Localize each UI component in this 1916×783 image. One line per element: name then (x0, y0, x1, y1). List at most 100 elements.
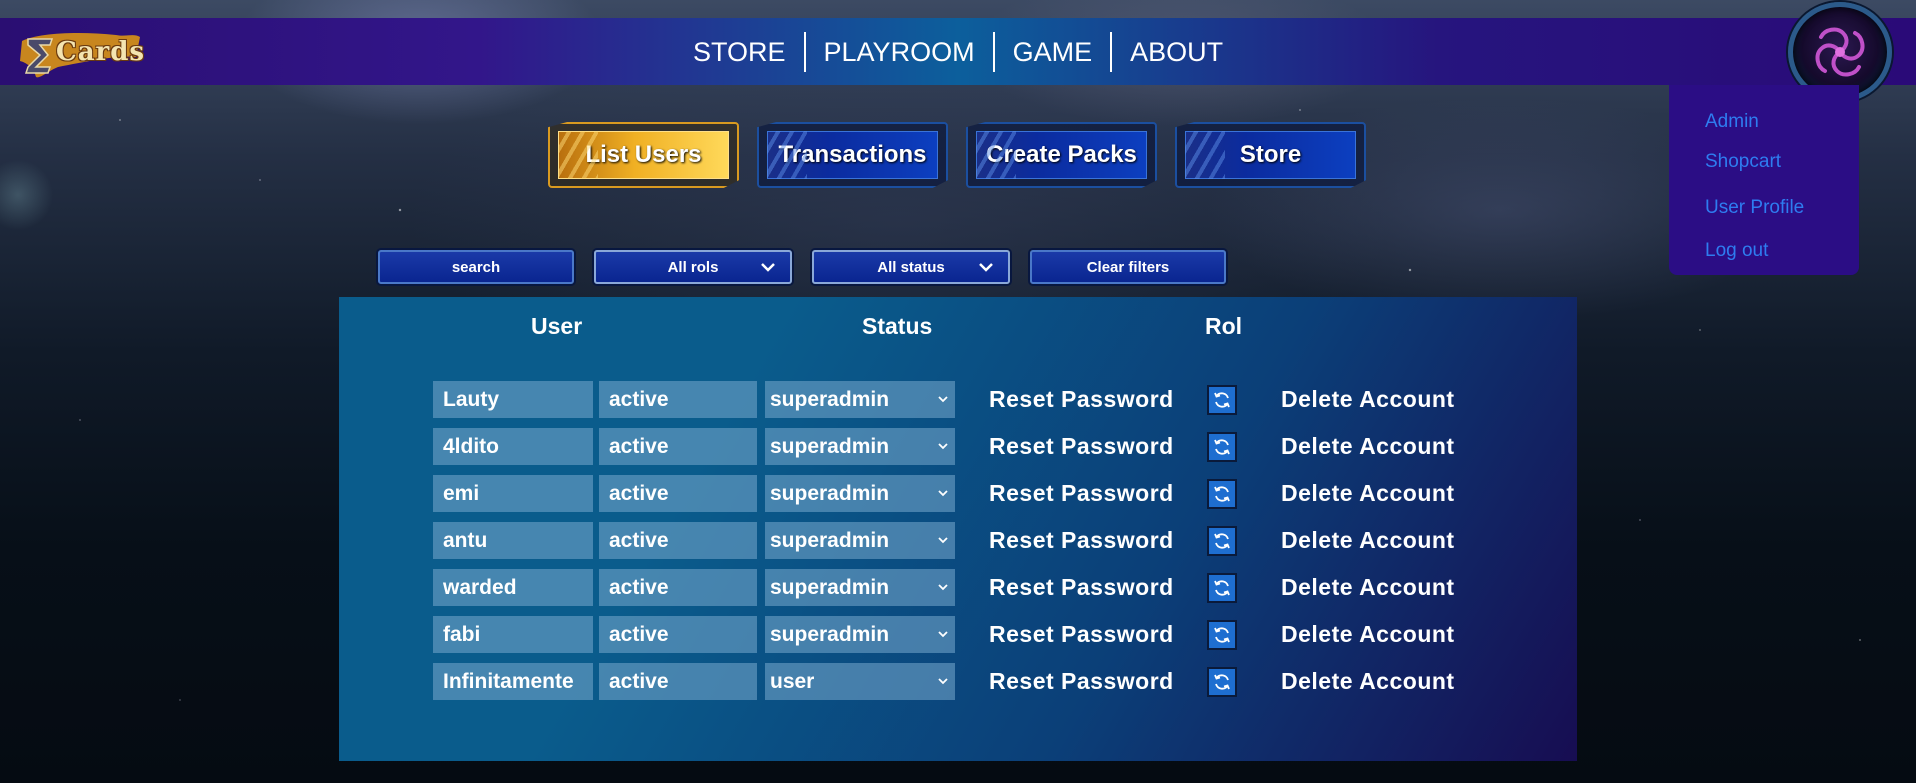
column-header-status: Status (862, 313, 933, 339)
refresh-icon (1214, 533, 1230, 549)
user-status-cell: active (599, 428, 757, 465)
tab-create-packs[interactable]: Create Packs (966, 122, 1157, 188)
user-name-cell: Lauty (433, 381, 593, 418)
refresh-icon (1214, 439, 1230, 455)
tab-decoration (976, 131, 1016, 179)
user-rol-select[interactable]: user (765, 663, 955, 700)
reset-password-icon-button[interactable] (1207, 620, 1237, 650)
delete-account-button[interactable]: Delete Account (1281, 616, 1455, 653)
zerg-emblem-icon (1815, 27, 1865, 77)
user-status-cell: active (599, 475, 757, 512)
user-status-cell: active (599, 522, 757, 559)
user-rol-select[interactable]: superadmin (765, 381, 955, 418)
chevron-down-icon (761, 263, 775, 272)
chevron-down-icon (938, 678, 948, 685)
nav-store[interactable]: STORE (675, 31, 804, 73)
menu-item-log-out[interactable]: Log out (1705, 240, 1768, 262)
refresh-icon (1214, 486, 1230, 502)
user-rol-value: superadmin (770, 482, 890, 505)
search-button[interactable]: search (378, 250, 574, 284)
user-name-cell: fabi (433, 616, 593, 653)
chevron-down-icon (938, 584, 948, 591)
brand-name: Cards (56, 37, 146, 67)
user-status-cell: active (599, 381, 757, 418)
reset-password-button[interactable]: Reset Password (989, 522, 1174, 559)
clear-filters-button[interactable]: Clear filters (1030, 250, 1226, 284)
delete-account-button[interactable]: Delete Account (1281, 663, 1455, 700)
user-rol-select[interactable]: superadmin (765, 475, 955, 512)
user-rol-value: superadmin (770, 623, 890, 646)
refresh-icon (1214, 580, 1230, 596)
column-header-user: User (531, 313, 583, 339)
reset-password-icon-button[interactable] (1207, 667, 1237, 697)
user-name-cell: warded (433, 569, 593, 606)
user-name-cell: 4ldito (433, 428, 593, 465)
brand-logo[interactable]: Cards (18, 27, 148, 79)
reset-password-icon-button[interactable] (1207, 526, 1237, 556)
tab-decoration (767, 131, 807, 179)
user-name-cell: antu (433, 522, 593, 559)
tab-decoration (1185, 131, 1225, 179)
chevron-down-icon (938, 490, 948, 497)
nav-game[interactable]: GAME (995, 31, 1111, 73)
chevron-down-icon (938, 537, 948, 544)
refresh-icon (1214, 674, 1230, 690)
main-nav: STORE PLAYROOM GAME ABOUT (675, 31, 1241, 73)
user-rol-value: superadmin (770, 529, 890, 552)
table-row: Lauty active superadmin Reset Password Delet… (339, 381, 1577, 419)
refresh-icon (1214, 392, 1230, 408)
tab-list-users[interactable]: List Users (548, 122, 739, 188)
menu-item-admin[interactable]: Admin (1705, 111, 1759, 133)
user-rol-select[interactable]: superadmin (765, 428, 955, 465)
reset-password-button[interactable]: Reset Password (989, 616, 1174, 653)
reset-password-button[interactable]: Reset Password (989, 663, 1174, 700)
menu-item-user-profile[interactable]: User Profile (1705, 197, 1804, 219)
reset-password-icon-button[interactable] (1207, 573, 1237, 603)
chevron-down-icon (938, 396, 948, 403)
tab-transactions[interactable]: Transactions (757, 122, 948, 188)
user-rol-value: superadmin (770, 388, 890, 411)
tab-store[interactable]: Store (1175, 122, 1366, 188)
user-rol-select[interactable]: superadmin (765, 522, 955, 559)
user-rol-value: superadmin (770, 576, 890, 599)
rol-filter-value: All rols (667, 258, 719, 276)
reset-password-button[interactable]: Reset Password (989, 428, 1174, 465)
user-rol-select[interactable]: superadmin (765, 569, 955, 606)
table-row: warded active superadmin Reset Password Dele… (339, 569, 1577, 607)
table-row: Infinitamente active user Reset Password Del… (339, 663, 1577, 701)
reset-password-icon-button[interactable] (1207, 432, 1237, 462)
table-row: fabi active superadmin Reset Password Delete… (339, 616, 1577, 654)
user-status-cell: active (599, 663, 757, 700)
delete-account-button[interactable]: Delete Account (1281, 569, 1455, 606)
delete-account-button[interactable]: Delete Account (1281, 475, 1455, 512)
chevron-down-icon (938, 631, 948, 638)
reset-password-button[interactable]: Reset Password (989, 569, 1174, 606)
reset-password-button[interactable]: Reset Password (989, 381, 1174, 418)
reset-password-button[interactable]: Reset Password (989, 475, 1174, 512)
table-row: antu active superadmin Reset Password Delete… (339, 522, 1577, 560)
delete-account-button[interactable]: Delete Account (1281, 381, 1455, 418)
status-filter-select[interactable]: All status (812, 250, 1010, 284)
reset-password-icon-button[interactable] (1207, 479, 1237, 509)
user-dropdown-menu: Admin Shopcart User Profile Log out (1669, 85, 1859, 275)
column-header-rol: Rol (1205, 313, 1243, 339)
user-rol-select[interactable]: superadmin (765, 616, 955, 653)
users-table-panel: User Status Rol Lauty active superadmin Res… (339, 297, 1577, 761)
user-name-cell: emi (433, 475, 593, 512)
user-status-cell: active (599, 616, 757, 653)
nav-playroom[interactable]: PLAYROOM (806, 31, 993, 73)
delete-account-button[interactable]: Delete Account (1281, 428, 1455, 465)
reset-password-icon-button[interactable] (1207, 385, 1237, 415)
menu-item-shopcart[interactable]: Shopcart (1705, 151, 1781, 173)
user-rol-value: superadmin (770, 435, 890, 458)
delete-account-button[interactable]: Delete Account (1281, 522, 1455, 559)
admin-tabs: List Users Transactions Create Packs Sto… (548, 122, 1384, 188)
user-rol-value: user (770, 670, 815, 693)
rol-filter-select[interactable]: All rols (594, 250, 792, 284)
table-row: emi active superadmin Reset Password Delete … (339, 475, 1577, 513)
chevron-down-icon (938, 443, 948, 450)
chevron-down-icon (979, 263, 993, 272)
nav-about[interactable]: ABOUT (1112, 31, 1241, 73)
top-navbar: Cards STORE PLAYROOM GAME ABOUT (0, 18, 1916, 85)
user-status-cell: active (599, 569, 757, 606)
